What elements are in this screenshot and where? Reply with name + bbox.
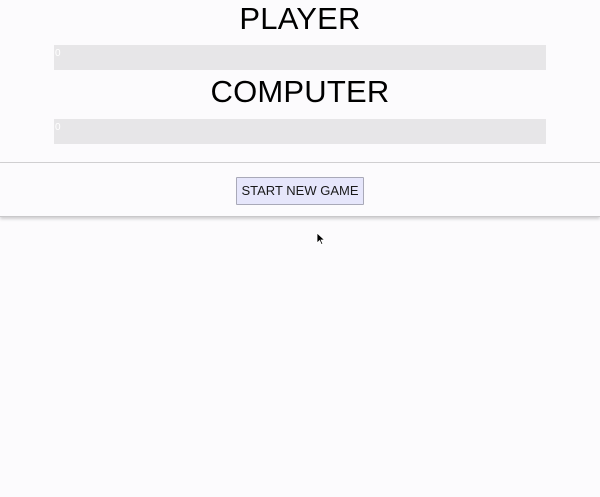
mouse-pointer-icon xyxy=(316,232,326,246)
start-new-game-button[interactable]: START NEW GAME xyxy=(236,177,364,205)
computer-heading: COMPUTER xyxy=(210,74,390,109)
computer-score-bar: 0 xyxy=(54,119,546,144)
game-page: PLAYER 0 COMPUTER 0 START NEW GAME xyxy=(0,0,600,497)
player-heading: PLAYER xyxy=(239,1,361,36)
player-score-bar: 0 xyxy=(54,45,546,70)
player-score-value: 0 xyxy=(55,48,61,59)
controls-panel: START NEW GAME xyxy=(0,163,600,217)
computer-score-value: 0 xyxy=(55,122,61,133)
